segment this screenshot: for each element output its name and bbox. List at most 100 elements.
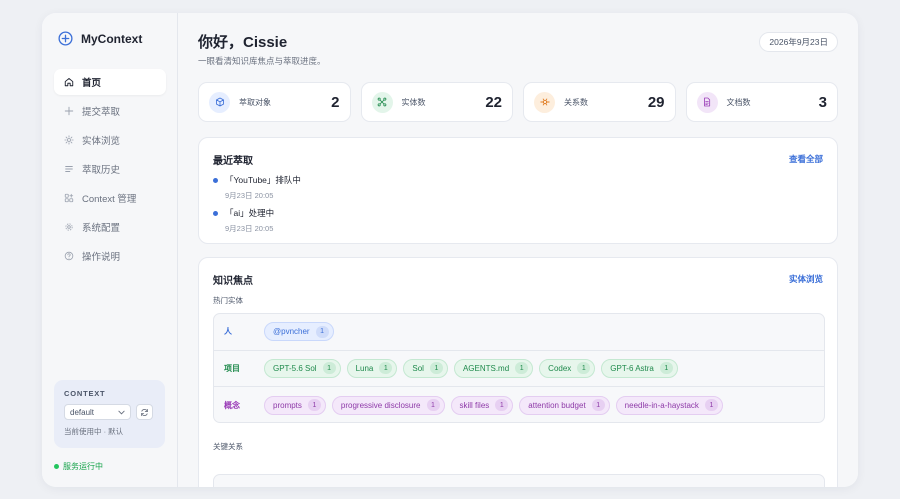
hot-entities-label: 热门实体 <box>213 296 243 305</box>
entity-chip[interactable]: AGENTS.md 1 <box>453 358 534 378</box>
key-relations-label: 关键关系 <box>213 442 243 451</box>
entity-chip-name: GPT-6 Astra <box>610 363 654 373</box>
status-dot-icon <box>213 178 218 183</box>
plus-icon <box>64 106 74 116</box>
sidebar-item-submit[interactable]: 提交萃取 <box>54 98 166 124</box>
entity-chip[interactable]: prompts 1 <box>264 395 326 415</box>
sidebar-item-context[interactable]: Context 管理 <box>54 185 166 211</box>
brand[interactable]: MyContext <box>58 31 142 46</box>
home-icon <box>64 78 74 87</box>
service-status-text: 服务运行中 <box>63 462 103 471</box>
entity-group-concept: 概念 prompts 1 progressive disclosure 1 skil… <box>214 387 824 422</box>
sparkle-icon <box>64 135 74 145</box>
entity-chip-count: 1 <box>426 399 440 412</box>
date-badge: 2026年9月23日 <box>759 32 838 52</box>
link-icon <box>534 91 555 113</box>
sidebar-item-label: 实体浏览 <box>82 136 121 147</box>
entity-chip[interactable]: @pvncher 1 <box>264 322 334 342</box>
knowledge-focus-card: 知识焦点 实体浏览 热门实体 人 @pvncher 1 项目 GPT-5.6 So… <box>198 257 838 487</box>
stat-card-documents[interactable]: 文档数 3 <box>685 82 838 122</box>
stat-label: 文档数 <box>726 97 751 107</box>
sidebar-nav: 首页 提交萃取 实体浏览 萃取历史 Context 管理 系统配置 操作说明 <box>54 69 166 272</box>
stat-card-entities[interactable]: 实体数 22 <box>360 82 513 122</box>
stat-label: 关系数 <box>564 97 588 107</box>
stat-value: 22 <box>485 93 502 111</box>
stat-value: 29 <box>647 93 665 111</box>
key-relations-table <box>213 474 825 487</box>
sidebar-item-label: 操作说明 <box>82 252 121 263</box>
entity-chip-count: 1 <box>315 325 329 338</box>
entity-chip[interactable]: Luna 1 <box>346 358 398 378</box>
sidebar-item-help[interactable]: 操作说明 <box>54 243 166 269</box>
sidebar-item-entities[interactable]: 实体浏览 <box>54 127 166 153</box>
refresh-button[interactable] <box>136 404 153 420</box>
entity-chip[interactable]: attention budget 1 <box>519 395 610 415</box>
gear-icon <box>65 223 73 231</box>
sidebar-item-home[interactable]: 首页 <box>54 69 166 95</box>
app-window: MyContext 首页 提交萃取 实体浏览 萃取历史 Context 管理 系… <box>42 13 858 487</box>
sidebar-item-label: 提交萃取 <box>82 107 121 118</box>
context-select[interactable]: default <box>64 404 131 420</box>
context-title: CONTEXT <box>64 389 106 398</box>
sidebar-item-label: 系统配置 <box>82 223 121 234</box>
list-item[interactable]: 「YouTube」排队中 9月23日 20:05 <box>213 174 301 207</box>
stat-card-extraction-targets[interactable]: 萃取对象 2 <box>198 82 351 122</box>
recent-extractions-card: 最近萃取 查看全部 「YouTube」排队中 9月23日 20:05 「ai」处… <box>198 137 838 244</box>
recent-item-name: 「YouTube」排队中 <box>225 175 301 185</box>
entity-chip-count: 1 <box>591 399 605 412</box>
entity-chip[interactable]: progressive disclosure 1 <box>331 395 445 415</box>
entity-chip[interactable]: Codex 1 <box>539 358 596 378</box>
entity-type-label: 人 <box>224 327 232 337</box>
recent-item-time: 9月23日 20:05 <box>225 191 274 200</box>
entity-chip[interactable]: needle-in-a-haystack 1 <box>615 395 723 415</box>
recent-title: 最近萃取 <box>213 156 253 167</box>
network-icon <box>371 91 393 113</box>
entity-chip[interactable]: Sol 1 <box>403 358 448 378</box>
sidebar-item-label: 首页 <box>82 78 102 89</box>
entity-chip-name: Sol <box>412 363 424 373</box>
refresh-icon <box>141 408 148 416</box>
entity-chip-count: 1 <box>322 362 336 375</box>
stat-value: 3 <box>818 93 827 111</box>
entity-chip-count: 1 <box>577 362 591 375</box>
focus-title: 知识焦点 <box>213 276 253 287</box>
sidebar-item-settings[interactable]: 系统配置 <box>54 214 166 240</box>
status-dot-icon <box>54 464 59 469</box>
entity-chip[interactable]: GPT-5.6 Sol 1 <box>264 358 341 378</box>
entity-chip-name: AGENTS.md <box>462 363 510 373</box>
entity-chip[interactable]: skill files 1 <box>450 395 514 415</box>
entity-chip[interactable]: GPT-6 Astra 1 <box>601 358 678 378</box>
grid-icon <box>64 193 74 203</box>
help-icon <box>64 251 74 261</box>
entity-browse-link[interactable]: 实体浏览 <box>789 273 823 285</box>
page-title: 你好，Cissie <box>198 34 288 51</box>
stat-label: 实体数 <box>401 97 426 107</box>
entity-chip-count: 1 <box>379 362 393 375</box>
entity-group-project: 项目 GPT-5.6 Sol 1 Luna 1 Sol 1 AGENTS.md 1 Co… <box>214 351 824 387</box>
context-select-value: default <box>70 407 95 417</box>
hot-entities-table: 人 @pvncher 1 项目 GPT-5.6 Sol 1 Luna 1 Sol 1 A… <box>213 313 825 423</box>
list-item[interactable]: 「ai」处理中 9月23日 20:05 <box>213 207 301 240</box>
recent-list: 「YouTube」排队中 9月23日 20:05 「ai」处理中 9月23日 2… <box>213 174 301 240</box>
entity-type-label: 项目 <box>224 363 240 373</box>
entity-chip-name: progressive disclosure <box>340 400 421 410</box>
entity-chip-name: Codex <box>548 363 572 373</box>
entity-chip-name: attention budget <box>528 400 586 410</box>
stat-card-relations[interactable]: 关系数 29 <box>523 82 676 122</box>
entity-group-person: 人 @pvncher 1 <box>214 314 824 351</box>
view-all-link[interactable]: 查看全部 <box>789 153 823 165</box>
list-icon <box>65 166 73 172</box>
entity-chip-name: GPT-5.6 Sol <box>273 363 317 373</box>
entity-chip-count: 1 <box>495 399 509 412</box>
plus-circle-icon <box>58 31 73 46</box>
cube-icon <box>209 91 230 113</box>
entity-chip-count: 1 <box>515 362 529 375</box>
sidebar-item-history[interactable]: 萃取历史 <box>54 156 166 182</box>
sidebar-item-label: Context 管理 <box>82 194 137 205</box>
recent-item-time: 9月23日 20:05 <box>225 224 274 233</box>
entity-chip-count: 1 <box>307 399 321 412</box>
entity-chip-name: skill files <box>459 400 490 410</box>
entity-type-label: 概念 <box>224 400 240 410</box>
context-note: 当前使用中 · 默认 <box>64 427 124 436</box>
entity-chip-name: prompts <box>273 400 302 410</box>
